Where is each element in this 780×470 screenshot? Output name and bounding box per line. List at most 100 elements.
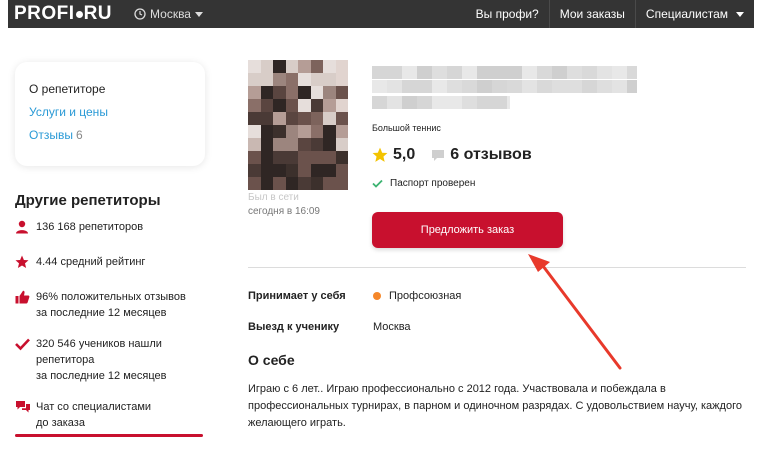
avatar-pixel	[260, 73, 273, 86]
avatar-pixel	[310, 73, 323, 86]
stat-rating: 4.44 средний рейтинг	[15, 254, 215, 274]
name-blur-cell	[477, 96, 492, 109]
name-blur-cell	[477, 66, 492, 79]
avatar-pixel	[273, 112, 286, 125]
avatar-pixel	[285, 86, 298, 99]
info-value: Профсоюзная	[389, 290, 462, 302]
stat-line: репетитора	[36, 354, 95, 366]
avatar-pixel	[335, 112, 348, 125]
about-title: О себе	[248, 352, 295, 368]
passport-verified: Паспорт проверен	[372, 178, 475, 189]
name-blur-cell	[387, 66, 402, 79]
chevron-down-icon	[736, 11, 744, 17]
name-blur-cell	[387, 80, 402, 93]
last-seen: Был в сети сегодня в 16:09	[248, 191, 320, 219]
avatar-pixel	[273, 138, 286, 151]
avatar-pixel	[273, 99, 286, 112]
name-blur-cell	[507, 96, 510, 109]
avatar-pixel	[298, 86, 311, 99]
name-blur-cell	[432, 66, 447, 79]
section-link-reviews[interactable]: Отзывы 6	[29, 128, 205, 151]
reviews-count: 6	[75, 128, 83, 142]
info-row-travel: Выезд к ученику Москва	[248, 321, 411, 333]
avatar-pixel	[335, 138, 348, 151]
avatar-pixel	[260, 177, 273, 190]
check-icon	[15, 336, 36, 384]
city-selector[interactable]: Москва	[134, 7, 203, 21]
reviews-link[interactable]: 6 отзывов	[431, 146, 532, 164]
profi-logo[interactable]: PROFI RU	[14, 3, 112, 25]
thumbs-up-icon	[15, 289, 36, 321]
avatar-pixel	[310, 86, 323, 99]
avatar-pixel	[335, 60, 348, 73]
name-blur-cell	[507, 80, 522, 93]
tutor-avatar-pixelated	[248, 60, 348, 190]
avatar-pixel	[335, 177, 348, 190]
profile-section-nav: О репетиторе Услуги и цены Отзывы 6	[15, 62, 205, 166]
about-text: Играю с 6 лет.. Играю профессионально с …	[248, 383, 742, 429]
star-icon	[15, 254, 36, 274]
avatar-pixel	[273, 125, 286, 138]
avatar-pixel	[285, 138, 298, 151]
avatar-pixel	[335, 86, 348, 99]
avatar-pixel	[273, 86, 286, 99]
name-blur-cell	[447, 96, 462, 109]
avatar-pixel	[298, 99, 311, 112]
star-icon	[372, 147, 388, 162]
avatar-pixel	[335, 99, 348, 112]
rating-row: 5,0 6 отзывов	[372, 146, 532, 164]
stat-positive-reviews: 96% положительных отзывов за последние 1…	[15, 289, 215, 321]
name-blur-cell	[402, 66, 417, 79]
avatar-pixel	[310, 151, 323, 164]
header-nav: Вы профи? Мои заказы Специалистам	[466, 0, 754, 28]
avatar-pixel	[260, 164, 273, 177]
metro-dot-icon	[373, 292, 381, 300]
name-blur-cell	[552, 66, 567, 79]
name-blur-cell	[417, 80, 432, 93]
avatar-pixel	[310, 177, 323, 190]
avatar-pixel	[248, 177, 261, 190]
stat-line: 4.44 средний рейтинг	[36, 256, 146, 268]
avatar-pixel	[335, 73, 348, 86]
nav-my-orders[interactable]: Мои заказы	[548, 0, 635, 28]
name-blur-cell	[567, 80, 582, 93]
name-blur-cell	[462, 96, 477, 109]
check-icon	[372, 179, 383, 188]
name-blur-cell	[432, 80, 447, 93]
name-blur-cell	[522, 80, 537, 93]
name-blur-cell	[402, 96, 417, 109]
avatar-pixel	[273, 73, 286, 86]
name-blur-cell	[387, 96, 402, 109]
avatar-pixel	[298, 125, 311, 138]
reviews-count-label: 6 отзывов	[450, 146, 532, 163]
avatar-pixel	[273, 164, 286, 177]
name-blur-cell	[432, 96, 447, 109]
info-label: Принимает у себя	[248, 290, 346, 302]
avatar-pixel	[310, 138, 323, 151]
nav-are-you-pro[interactable]: Вы профи?	[466, 0, 549, 28]
avatar-pixel	[323, 177, 336, 190]
section-link-about[interactable]: О репетиторе	[29, 82, 205, 105]
name-blur-cell	[492, 80, 507, 93]
name-blur-cell	[612, 66, 627, 79]
name-blur-cell	[597, 80, 612, 93]
avatar-pixel	[260, 60, 273, 73]
name-blur-cell	[417, 96, 432, 109]
name-blur-cell	[612, 80, 627, 93]
avatar-pixel	[273, 177, 286, 190]
avatar-pixel	[260, 86, 273, 99]
name-blur-cell	[447, 66, 462, 79]
section-link-services[interactable]: Услуги и цены	[29, 105, 205, 128]
avatar-pixel	[260, 112, 273, 125]
logo-dot	[75, 11, 83, 18]
avatar-pixel	[298, 60, 311, 73]
avatar-pixel	[335, 151, 348, 164]
nav-for-specialists[interactable]: Специалистам	[634, 0, 754, 28]
name-blur-cell	[462, 66, 477, 79]
section-divider	[248, 267, 746, 268]
avatar-pixel	[323, 138, 336, 151]
avatar-pixel	[323, 99, 336, 112]
avatar-pixel	[248, 112, 261, 125]
logo-text: PROFI	[14, 3, 75, 24]
propose-order-button[interactable]: Предложить заказ	[372, 212, 563, 248]
